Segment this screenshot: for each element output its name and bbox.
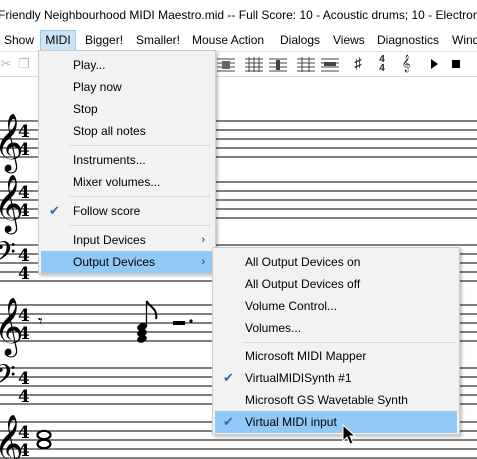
whole-note [36, 438, 52, 450]
eighth-rest: 𝄾 [38, 311, 43, 332]
time-signature-top: 4 [18, 306, 30, 326]
note-flag [145, 300, 158, 320]
menu-bar: Show MIDI Bigger! Smaller! Mouse Action … [0, 30, 477, 52]
stop-icon[interactable] [446, 55, 466, 73]
menu-separator [69, 225, 211, 226]
menu-item-input-devices[interactable]: Input Devices › [41, 229, 213, 251]
bass-clef: 𝄢 [0, 359, 16, 399]
time-signature-bottom: 4 [18, 264, 30, 284]
menu-item-stop[interactable]: Stop [41, 98, 213, 120]
time-signature-top: 4 [18, 369, 30, 389]
menu-show[interactable]: Show [4, 30, 34, 51]
menu-item-instruments[interactable]: Instruments... [41, 149, 213, 171]
time-signature-bottom: 4 [18, 324, 30, 344]
window-title: Friendly Neighbourhood MIDI Maestro.mid … [0, 8, 477, 22]
window-title-bar: Friendly Neighbourhood MIDI Maestro.mid … [0, 0, 477, 30]
time-signature-bottom: 4 [18, 387, 30, 407]
menu-item-microsoft-midi-mapper[interactable]: Microsoft MIDI Mapper [215, 345, 457, 367]
time-signature-top: 4 [18, 423, 30, 443]
whole-note [36, 429, 52, 441]
staff-icon[interactable] [296, 55, 316, 73]
sharp-icon[interactable]: ♯ [348, 55, 368, 73]
checkmark-icon: ✔ [223, 370, 234, 385]
staff-icon[interactable] [244, 55, 264, 73]
menu-smaller[interactable]: Smaller! [136, 30, 180, 51]
menu-item-volumes[interactable]: Volumes... [215, 317, 457, 339]
menu-dialogs[interactable]: Dialogs [280, 30, 320, 51]
time-signature-bottom: 4 [18, 140, 30, 160]
time-signature-top: 4 [18, 122, 30, 142]
half-rest [173, 321, 185, 325]
menu-item-follow-score[interactable]: ✔ Follow score [41, 200, 213, 222]
copy-icon[interactable]: ❐ [14, 55, 34, 73]
staff-icon[interactable] [268, 55, 288, 73]
menu-item-gs-wavetable-synth[interactable]: Microsoft GS Wavetable Synth [215, 389, 457, 411]
staff-icon[interactable] [320, 55, 340, 73]
time-signature-icon[interactable]: 44 [372, 55, 392, 74]
play-icon[interactable] [424, 55, 444, 73]
menu-bigger[interactable]: Bigger! [85, 30, 123, 51]
checkmark-icon: ✔ [223, 414, 234, 429]
menu-item-mixer-volumes[interactable]: Mixer volumes... [41, 171, 213, 193]
menu-mouse-action[interactable]: Mouse Action [192, 30, 264, 51]
menu-diagnostics[interactable]: Diagnostics [377, 30, 439, 51]
time-signature-bottom: 4 [18, 441, 30, 459]
time-signature-bottom: 4 [18, 201, 30, 221]
menu-item-play[interactable]: Play... [41, 54, 213, 76]
staff-icon[interactable] [216, 55, 236, 73]
menu-separator [69, 196, 211, 197]
menu-item-volume-control[interactable]: Volume Control... [215, 295, 457, 317]
menu-midi[interactable]: MIDI [40, 30, 76, 51]
menu-item-stop-all-notes[interactable]: Stop all notes [41, 120, 213, 142]
menu-item-play-now[interactable]: Play now [41, 76, 213, 98]
chevron-right-icon: › [201, 256, 205, 268]
output-devices-submenu: All Output Devices on All Output Devices… [212, 247, 460, 435]
menu-item-output-devices[interactable]: Output Devices › [41, 251, 213, 273]
menu-window[interactable]: Windo [452, 30, 477, 51]
midi-menu: Play... Play now Stop Stop all notes Ins… [38, 50, 216, 274]
checkmark-icon: ✔ [49, 203, 60, 218]
menu-separator [69, 145, 211, 146]
menu-item-all-output-off[interactable]: All Output Devices off [215, 273, 457, 295]
treble-clef-icon[interactable]: 𝄞 [396, 55, 416, 73]
menu-views[interactable]: Views [333, 30, 365, 51]
chevron-right-icon: › [201, 234, 205, 246]
time-signature-top: 4 [18, 183, 30, 203]
menu-item-virtual-midi-input[interactable]: ✔ Virtual MIDI input [215, 411, 457, 433]
menu-item-all-output-on[interactable]: All Output Devices on [215, 251, 457, 273]
menu-separator [243, 342, 455, 343]
rest-dot [189, 319, 193, 323]
bass-clef: 𝄢 [0, 236, 16, 276]
mouse-pointer-icon [342, 424, 356, 445]
menu-item-virtualmidisynth[interactable]: ✔ VirtualMIDISynth #1 [215, 367, 457, 389]
time-signature-top: 4 [18, 246, 30, 266]
